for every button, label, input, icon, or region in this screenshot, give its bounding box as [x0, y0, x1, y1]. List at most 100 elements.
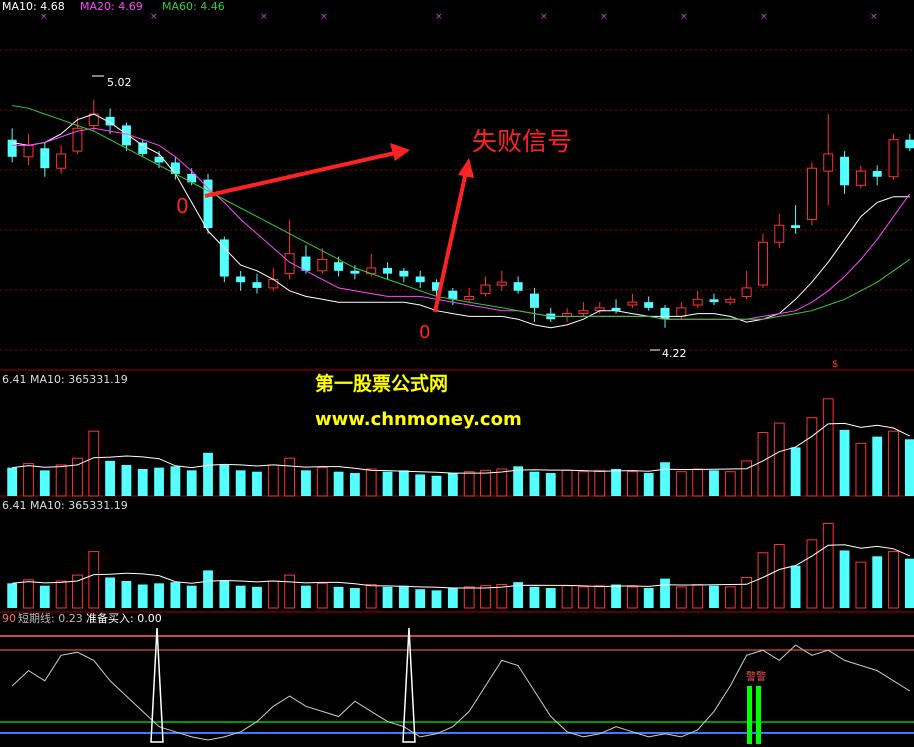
watermark-url: www.chnmoney.com	[315, 409, 522, 430]
candle-body-up	[888, 139, 899, 178]
candle-body-down	[138, 142, 148, 154]
candle-body-up	[806, 167, 817, 220]
volume-bar-up	[561, 585, 573, 609]
volume-bar-down	[203, 570, 213, 608]
top-marker: ×	[540, 12, 548, 22]
volume-bar-down	[154, 467, 164, 496]
volume-bar-up	[626, 471, 638, 497]
volume-bar-down	[415, 589, 426, 608]
candle-body-down	[203, 179, 213, 229]
watermark-title: 第一股票公式网	[315, 372, 448, 395]
volume-bar-up	[822, 522, 834, 609]
top-marker: ×	[260, 12, 268, 22]
volume-bar-up	[496, 584, 508, 609]
candle-body-up	[23, 144, 34, 158]
candle-body-down	[872, 171, 882, 177]
candle-body-down	[7, 139, 17, 157]
volume-bar-up	[594, 469, 606, 497]
volume-bar-down	[872, 436, 883, 496]
volume-bar-down	[904, 558, 914, 608]
candle-body-down	[513, 282, 523, 291]
volume-bar-down	[252, 586, 262, 608]
candle-body-down	[40, 148, 50, 169]
volume-bar-up	[757, 552, 769, 609]
candle-body-down	[236, 276, 246, 283]
volume-bar-up	[284, 574, 296, 609]
indicator-short-line	[11, 644, 911, 741]
volume-bar-up	[741, 460, 753, 497]
volume-bar-down	[415, 474, 426, 496]
volume-bar-up	[675, 586, 687, 609]
volume-bar-down	[904, 439, 914, 496]
volume-bar-down	[105, 460, 115, 496]
volume-bar-up	[88, 551, 100, 609]
volume-bar-down	[186, 585, 197, 608]
volume-bar-up	[267, 464, 279, 497]
volume-bar-up	[23, 579, 34, 609]
volume-bar-up	[480, 585, 491, 609]
volume-bar-up	[480, 469, 491, 497]
price-grid	[0, 49, 914, 351]
volume-bar-down	[839, 429, 850, 496]
volume-bar-up	[692, 468, 704, 497]
volume-bar-up	[822, 398, 834, 497]
volume-bar-up	[561, 469, 573, 497]
short-line-label: 短期线: 0.23	[18, 611, 83, 625]
volume-bar-down	[301, 470, 311, 496]
volume-panel-2-bars	[7, 522, 914, 609]
candle-body-up	[676, 307, 687, 317]
buy-signal-bar	[747, 686, 752, 744]
volume-bar-down	[382, 586, 393, 608]
failure-signal-text: 失败信号	[472, 127, 572, 156]
volume-bar-down	[7, 583, 18, 608]
volume-bar-down	[398, 585, 409, 608]
volume-bar-down	[431, 590, 442, 608]
volume-bar-down	[709, 470, 719, 496]
top-marker: ×	[435, 12, 443, 22]
candle-body-down	[644, 302, 654, 308]
volume-bar-up	[757, 432, 769, 497]
candle-body-up	[823, 153, 834, 172]
candle-body-down	[660, 307, 670, 320]
volume-bar-up	[578, 586, 589, 609]
volume-bar-down	[252, 471, 262, 496]
short-line	[11, 644, 911, 741]
volume-bar-down	[170, 466, 181, 496]
candle-body-up	[480, 284, 491, 295]
price-flag-marker: $	[832, 359, 838, 370]
volume-bar-down	[333, 586, 344, 608]
arrow-head-2	[458, 158, 474, 178]
volume-bar-down	[301, 585, 311, 608]
volume-2-left-value: 6.41	[2, 499, 27, 512]
candle-body-up	[578, 310, 589, 315]
candle-body-down	[448, 290, 458, 300]
failure-marker-1: 0	[176, 194, 189, 218]
candle-body-up	[627, 301, 638, 306]
volume-2-ma-label: MA10: 365331.19	[30, 499, 128, 512]
candle-body-down	[905, 139, 914, 149]
volume-bar-up	[724, 471, 736, 497]
volume-bar-down	[545, 473, 556, 496]
volume-bar-down	[709, 585, 719, 608]
candle-body-down	[415, 276, 425, 283]
top-marker: ×	[680, 12, 688, 22]
volume-bar-up	[23, 463, 34, 497]
volume-bar-up	[626, 586, 638, 609]
candlesticks	[7, 99, 914, 328]
volume-bar-down	[839, 550, 850, 608]
indicator-bands	[0, 635, 914, 734]
volume-bar-down	[447, 588, 458, 608]
volume-bar-up	[855, 442, 867, 497]
volume-bar-down	[660, 578, 670, 608]
candle-body-up	[268, 278, 279, 289]
volume-bar-up	[55, 464, 67, 497]
volume-bar-down	[611, 469, 621, 496]
volume-bar-up	[724, 586, 736, 609]
volume-bar-up	[692, 584, 704, 609]
volume-bar-up	[888, 551, 899, 609]
buy-signal-bar	[756, 686, 761, 744]
volume-bar-up	[463, 586, 475, 609]
candle-body-down	[334, 262, 344, 271]
volume-1-ma-label: MA10: 365331.19	[30, 373, 128, 386]
candle-body-up	[317, 258, 328, 272]
